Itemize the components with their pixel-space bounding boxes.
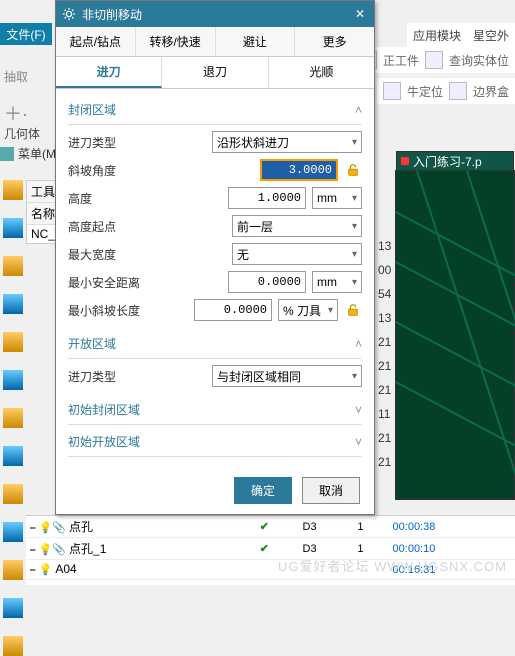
dialog-tabrow1: 起点/钻点 转移/快速 避让 更多 <box>56 27 374 57</box>
menu-label: 菜单(M <box>18 145 56 162</box>
tab-avoid[interactable]: 避让 <box>216 27 296 56</box>
chevron-down-icon: ˅ <box>355 403 362 417</box>
left-ico-3[interactable] <box>3 256 23 276</box>
pin-icon <box>401 157 409 165</box>
table-row[interactable]: ⎯ 💡📎 点孔✔D3100:00:38 <box>26 516 515 538</box>
tab-retract[interactable]: 退刀 <box>162 57 268 88</box>
toolbar-row1: 正工件 查询实体位 <box>353 47 515 73</box>
tab-start[interactable]: 起点/钻点 <box>56 27 136 56</box>
lock-icon[interactable] <box>344 161 362 179</box>
close-icon[interactable]: ✕ <box>352 7 368 21</box>
file-menu-button[interactable]: 文件(F) <box>0 23 52 45</box>
dialog-title: 非切削移动 <box>82 6 142 23</box>
section-init-closed[interactable]: 初始封闭区域˅ <box>68 397 362 422</box>
left-ico-7[interactable] <box>3 408 23 428</box>
left-ico-13[interactable] <box>3 636 23 656</box>
height-unit[interactable]: mm▾ <box>312 187 362 209</box>
tab-star[interactable]: 星空外 <box>473 27 509 44</box>
extract-label: 抽取 <box>4 68 44 85</box>
left-ico-1[interactable] <box>3 180 23 200</box>
tab-engage[interactable]: 进刀 <box>56 57 162 88</box>
ok-button[interactable]: 确定 <box>234 477 292 504</box>
left-ico-8[interactable] <box>3 446 23 466</box>
section-init-open[interactable]: 初始开放区域˅ <box>68 429 362 454</box>
feed-type-label: 进刀类型 <box>68 134 206 151</box>
dialog-titlebar[interactable]: 非切削移动 ✕ <box>56 1 374 27</box>
tab-more[interactable]: 更多 <box>295 27 374 56</box>
fit-label: 正工件 <box>383 52 419 69</box>
min-ramp-unit[interactable]: % 刀具▾ <box>278 299 338 321</box>
watermark: UG爱好者论坛 WWW.UGSNX.COM <box>278 556 507 575</box>
geom-label: 几何体 <box>4 125 40 142</box>
toolbar-row2: 牛定位 边界盒 <box>377 78 515 104</box>
height-start-select[interactable]: 前一层▾ <box>232 215 362 237</box>
height-label: 高度 <box>68 190 222 207</box>
menu-bar[interactable]: 菜单(M <box>0 145 56 162</box>
height-start-label: 高度起点 <box>68 218 226 235</box>
left-ico-5[interactable] <box>3 332 23 352</box>
bbox-label: 边界盒 <box>473 83 509 100</box>
gear-icon <box>62 7 76 21</box>
lock-icon[interactable] <box>344 301 362 319</box>
section-open[interactable]: 开放区域˄ <box>68 331 362 356</box>
open-type-label: 进刀类型 <box>68 368 206 385</box>
position-icon[interactable] <box>383 82 401 100</box>
feed-type-select[interactable]: 沿形状斜进刀▾ <box>212 131 362 153</box>
tab-smooth[interactable]: 光顺 <box>269 57 374 88</box>
left-ico-11[interactable] <box>3 560 23 580</box>
graphics-view[interactable]: 入门练习-7.p <box>395 170 515 500</box>
min-safe-input[interactable]: 0.0000 <box>228 271 306 293</box>
section-closed[interactable]: 封闭区域˄ <box>68 97 362 122</box>
ramp-angle-input[interactable]: 3.0000 <box>260 159 338 181</box>
height-input[interactable]: 1.0000 <box>228 187 306 209</box>
find-label: 查询实体位 <box>449 52 509 69</box>
pos-label: 牛定位 <box>407 83 443 100</box>
min-ramp-input[interactable]: 0.0000 <box>194 299 272 321</box>
left-ico-12[interactable] <box>3 598 23 618</box>
find-solid-icon[interactable] <box>425 51 443 69</box>
dialog-body: 封闭区域˄ 进刀类型 沿形状斜进刀▾ 斜坡角度 3.0000 高度 1.0000… <box>56 89 374 467</box>
app-top-tabs: 应用模块 星空外 <box>407 23 515 48</box>
left-ico-6[interactable] <box>3 370 23 390</box>
menu-icon <box>0 147 14 161</box>
bbox-icon[interactable] <box>449 82 467 100</box>
graphics-tab[interactable]: 入门练习-7.p <box>396 151 514 171</box>
left-ico-2[interactable] <box>3 218 23 238</box>
dialog-buttons: 确定 取消 <box>56 467 374 514</box>
chevron-up-icon: ˄ <box>355 103 362 117</box>
chevron-down-icon: ▾ <box>352 137 357 148</box>
cancel-button[interactable]: 取消 <box>302 477 360 504</box>
max-width-select[interactable]: 无▾ <box>232 243 362 265</box>
max-width-label: 最大宽度 <box>68 246 226 263</box>
min-ramp-label: 最小斜坡长度 <box>68 302 188 319</box>
min-safe-unit[interactable]: mm▾ <box>312 271 362 293</box>
noncut-move-dialog: 非切削移动 ✕ 起点/钻点 转移/快速 避让 更多 进刀 退刀 光顺 封闭区域˄… <box>55 0 375 515</box>
min-safe-label: 最小安全距离 <box>68 274 222 291</box>
ramp-angle-label: 斜坡角度 <box>68 162 254 179</box>
left-ico-9[interactable] <box>3 484 23 504</box>
left-ico-10[interactable] <box>3 522 23 542</box>
open-type-select[interactable]: 与封闭区域相同▾ <box>212 365 362 387</box>
left-ico-4[interactable] <box>3 294 23 314</box>
dialog-tabrow2: 进刀 退刀 光顺 <box>56 57 374 89</box>
tab-transfer[interactable]: 转移/快速 <box>136 27 216 56</box>
tab-app-module[interactable]: 应用模块 <box>413 27 461 44</box>
plus-icon[interactable]: ＋· <box>4 100 28 126</box>
